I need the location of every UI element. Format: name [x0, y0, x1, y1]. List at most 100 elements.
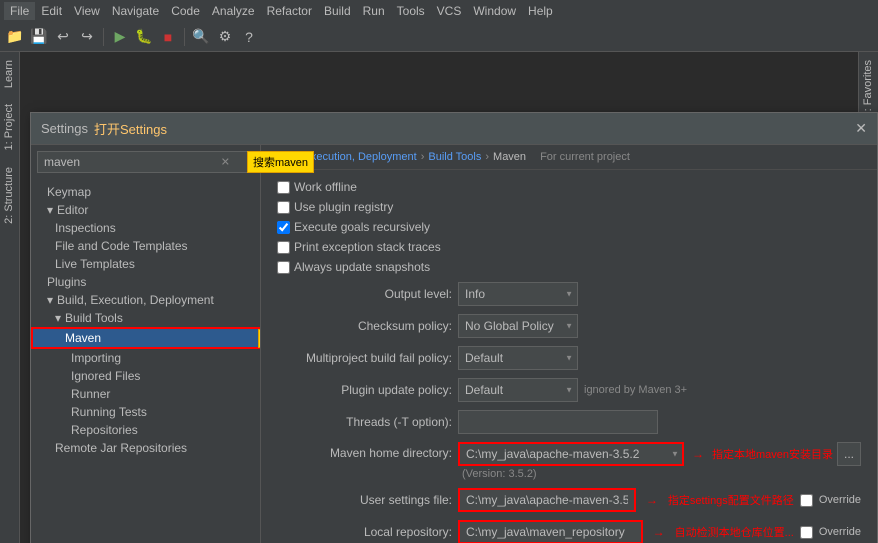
build-arrow: ▾	[47, 293, 53, 307]
settings-close-btn[interactable]: ✕	[855, 120, 867, 137]
tree-remote-jar[interactable]: Remote Jar Repositories	[31, 439, 260, 457]
maven-home-label: Maven home directory:	[277, 442, 452, 460]
menu-navigate[interactable]: Navigate	[106, 2, 165, 20]
tree-importing[interactable]: Importing	[31, 349, 260, 367]
breadcrumb-buildtools[interactable]: Build Tools	[428, 151, 481, 163]
tree-plugins[interactable]: Plugins	[31, 273, 260, 291]
menu-view[interactable]: View	[68, 2, 106, 20]
menu-code[interactable]: Code	[165, 2, 206, 20]
toolbar-debug-btn[interactable]: 🐛	[133, 26, 155, 48]
multiproject-select[interactable]: Default	[458, 346, 578, 370]
form-maven-home: Maven home directory: C:\my_java\apache-…	[277, 442, 861, 480]
form-multiproject: Multiproject build fail policy: Default	[277, 346, 861, 370]
editor-arrow: ▾	[47, 203, 53, 217]
plugin-registry-checkbox[interactable]	[277, 201, 290, 214]
settings-left-panel: ✕ 搜索maven Keymap ▾ Editor Inspections Fi…	[31, 145, 261, 543]
menu-analyze[interactable]: Analyze	[206, 2, 261, 20]
form-user-settings: User settings file: → 指定settings配置文件路径 O…	[277, 488, 861, 512]
multiproject-label: Multiproject build fail policy:	[277, 351, 452, 365]
build-tools-arrow: ▾	[55, 311, 61, 325]
toolbar-sep2	[184, 28, 185, 46]
tree-keymap[interactable]: Keymap	[31, 183, 260, 201]
print-stack-label[interactable]: Print exception stack traces	[277, 240, 441, 254]
maven-version-text: (Version: 3.5.2)	[458, 468, 861, 480]
toolbar-undo-btn[interactable]: ↩	[52, 26, 74, 48]
user-settings-input[interactable]	[458, 488, 636, 512]
settings-title-bar: Settings 打开Settings ✕	[31, 113, 877, 145]
plugin-update-select[interactable]: Default	[458, 378, 578, 402]
menu-window[interactable]: Window	[467, 2, 522, 20]
local-repo-arrow: →	[653, 525, 665, 539]
tree-running-tests[interactable]: Running Tests	[31, 403, 260, 421]
maven-home-select[interactable]: C:\my_java\apache-maven-3.5.2	[458, 442, 684, 466]
menu-edit[interactable]: Edit	[35, 2, 68, 20]
threads-input[interactable]	[458, 410, 658, 434]
tree-file-code-templates[interactable]: File and Code Templates	[31, 237, 260, 255]
toolbar-sep1	[103, 28, 104, 46]
toolbar-save-btn[interactable]: 💾	[28, 26, 50, 48]
work-offline-checkbox[interactable]	[277, 181, 290, 194]
settings-title-text: Settings	[41, 121, 88, 136]
maven-home-select-wrapper: C:\my_java\apache-maven-3.5.2	[458, 442, 684, 466]
tree-maven[interactable]: Maven 此处maven已选	[31, 327, 260, 349]
user-settings-override-checkbox[interactable]	[800, 494, 813, 507]
user-settings-annotation: 指定settings配置文件路径	[668, 492, 794, 508]
option-execute-goals: Execute goals recursively	[277, 220, 861, 234]
main-area: Learn 1: Project 2: Structure Settings 打…	[0, 52, 878, 543]
menu-refactor[interactable]: Refactor	[261, 2, 318, 20]
output-level-select-wrapper: Info	[458, 282, 578, 306]
side-tab-project[interactable]: 1: Project	[0, 96, 19, 158]
execute-goals-label[interactable]: Execute goals recursively	[277, 220, 430, 234]
output-level-select[interactable]: Info	[458, 282, 578, 306]
menu-tools[interactable]: Tools	[391, 2, 431, 20]
side-tab-structure[interactable]: 2: Structure	[0, 159, 19, 232]
search-input[interactable]	[37, 151, 254, 173]
checksum-select[interactable]: No Global Policy	[458, 314, 578, 338]
local-repo-annotation: 自动检测本地仓库位置...	[675, 524, 794, 540]
menu-build[interactable]: Build	[318, 2, 357, 20]
breadcrumb: Build, Execution, Deployment › Build Too…	[261, 145, 877, 170]
tree-inspections[interactable]: Inspections	[31, 219, 260, 237]
option-work-offline: Work offline	[277, 180, 861, 194]
menu-file[interactable]: File	[4, 2, 35, 20]
toolbar-search-btn[interactable]: 🔍	[190, 26, 212, 48]
search-box: ✕ 搜索maven	[31, 145, 260, 179]
local-repo-override-checkbox[interactable]	[800, 526, 813, 539]
local-repo-input[interactable]	[458, 520, 643, 543]
print-stack-checkbox[interactable]	[277, 241, 290, 254]
tree-runner[interactable]: Runner	[31, 385, 260, 403]
toolbar-run-btn[interactable]: ▶	[109, 26, 131, 48]
tree-repositories[interactable]: Repositories	[31, 421, 260, 439]
ide-window: File Edit View Navigate Code Analyze Ref…	[0, 0, 878, 543]
form-checksum: Checksum policy: No Global Policy	[277, 314, 861, 338]
toolbar-settings-btn[interactable]: ⚙	[214, 26, 236, 48]
always-update-checkbox[interactable]	[277, 261, 290, 274]
toolbar-stop-btn[interactable]: ■	[157, 26, 179, 48]
form-threads: Threads (-T option):	[277, 410, 861, 434]
checksum-select-wrapper: No Global Policy	[458, 314, 578, 338]
menu-vcs[interactable]: VCS	[431, 2, 468, 20]
menu-help[interactable]: Help	[522, 2, 559, 20]
tree-build-execution[interactable]: ▾ Build, Execution, Deployment	[31, 291, 260, 309]
tree-ignored-files[interactable]: Ignored Files	[31, 367, 260, 385]
toolbar-help-btn[interactable]: ?	[238, 26, 260, 48]
side-tab-learn[interactable]: Learn	[0, 52, 19, 96]
maven-home-browse-btn[interactable]: ...	[837, 442, 861, 466]
always-update-label[interactable]: Always update snapshots	[277, 260, 430, 274]
settings-right-panel: Build, Execution, Deployment › Build Too…	[261, 145, 877, 543]
menu-run[interactable]: Run	[357, 2, 391, 20]
toolbar-open-btn[interactable]: 📁	[4, 26, 26, 48]
tree-editor[interactable]: ▾ Editor	[31, 201, 260, 219]
settings-dialog: Settings 打开Settings ✕ ✕ 搜索maven	[30, 112, 878, 543]
breadcrumb-maven: Maven	[493, 151, 526, 163]
local-repo-override-label: Override	[819, 526, 861, 538]
breadcrumb-for-current: For current project	[540, 151, 630, 163]
plugin-update-hint: ignored by Maven 3+	[584, 384, 687, 396]
execute-goals-checkbox[interactable]	[277, 221, 290, 234]
plugin-registry-label[interactable]: Use plugin registry	[277, 200, 393, 214]
breadcrumb-sep2: ›	[485, 151, 489, 163]
tree-build-tools[interactable]: ▾ Build Tools	[31, 309, 260, 327]
work-offline-label[interactable]: Work offline	[277, 180, 357, 194]
toolbar-redo-btn[interactable]: ↪	[76, 26, 98, 48]
tree-live-templates[interactable]: Live Templates	[31, 255, 260, 273]
